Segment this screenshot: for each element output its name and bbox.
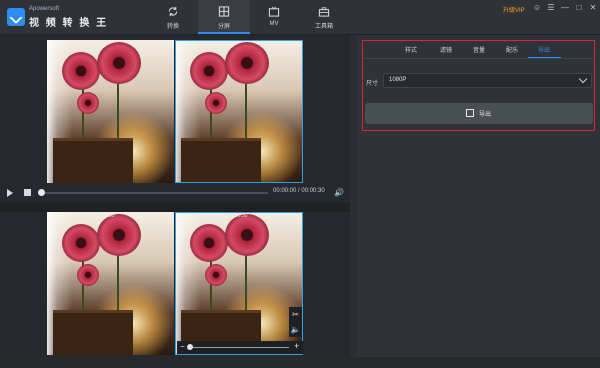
preview-image-right: [175, 40, 303, 183]
upgrade-vip-link[interactable]: 升级VIP: [503, 5, 525, 14]
clip-slot-2[interactable]: [175, 212, 303, 355]
clip-timecode-2: 00:00:30: [228, 213, 248, 219]
seek-bar[interactable]: [40, 192, 268, 194]
scissors-icon[interactable]: ✂: [289, 307, 302, 322]
brand-name: 视 频 转 换 王: [29, 18, 109, 29]
zoom-out-icon[interactable]: −: [180, 342, 185, 351]
tab-split-screen[interactable]: 分屏: [198, 0, 250, 34]
divider: [0, 203, 350, 212]
zoom-track[interactable]: [191, 347, 289, 348]
clip-slot-1[interactable]: [47, 212, 174, 355]
tab-toolbox[interactable]: 工具箱: [298, 0, 350, 34]
app-logo: [7, 8, 25, 26]
clip-zoom-slider[interactable]: − +: [177, 341, 303, 354]
stop-icon[interactable]: [24, 189, 31, 196]
tab-convert[interactable]: 转换: [147, 0, 199, 34]
player-controls: 00:00:00 / 00:00:30 🔊: [0, 183, 350, 203]
highlight-box: [362, 40, 595, 131]
preview-image-left: [47, 40, 174, 183]
clip-timecode-1: 00:00:30: [95, 213, 115, 219]
status-bar: [0, 357, 600, 368]
clip-tools: ✂ 🔈: [289, 307, 302, 337]
seek-handle[interactable]: [38, 189, 45, 196]
tv-icon: [268, 6, 280, 17]
top-bar: Apowersoft 视 频 转 换 王 转换 分屏 MV 工具箱 升级VIP …: [0, 0, 600, 35]
tab-convert-label: 转换: [166, 24, 179, 30]
list-icon[interactable]: ☰: [545, 2, 557, 14]
refresh-icon: [168, 6, 178, 17]
tab-split-screen-label: 分屏: [217, 24, 230, 30]
zoom-in-icon[interactable]: +: [294, 341, 299, 351]
user-icon[interactable]: ☺: [531, 2, 543, 14]
tab-mv-label: MV: [269, 21, 279, 27]
tab-mv[interactable]: MV: [248, 0, 300, 34]
close-icon[interactable]: ✕: [587, 2, 599, 14]
toolbox-icon: [318, 7, 330, 17]
zoom-handle[interactable]: [187, 344, 193, 350]
time-display: 00:00:00 / 00:00:30: [273, 188, 325, 194]
clip-volume-icon[interactable]: 🔈: [289, 322, 302, 337]
maximize-icon[interactable]: □: [573, 2, 585, 14]
split-screen-icon: [218, 6, 230, 17]
minimize-icon[interactable]: —: [559, 2, 571, 14]
play-icon[interactable]: [7, 189, 13, 197]
volume-icon[interactable]: 🔊: [334, 188, 344, 197]
tab-toolbox-label: 工具箱: [314, 24, 333, 30]
brand-company: Apowersoft: [29, 6, 60, 12]
